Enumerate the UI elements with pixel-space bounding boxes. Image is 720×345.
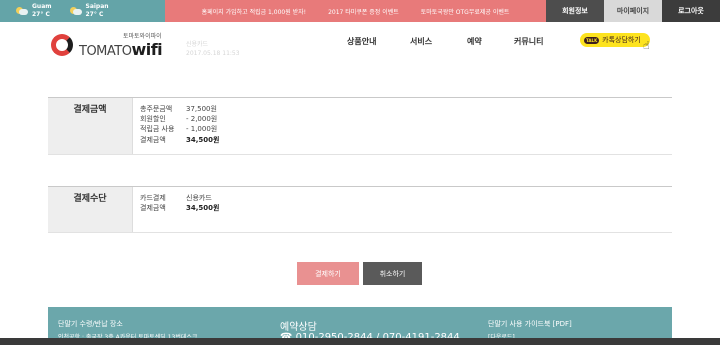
- section-body: 총주문금액 37,500원 회원할인 - 2,000원 적립금 사용 - 1,0…: [132, 98, 672, 154]
- weather-city: Guam: [32, 3, 52, 10]
- row-label: 적립금 사용: [140, 125, 175, 133]
- row-value: - 1,000원: [186, 125, 218, 133]
- section-label: 결제수단: [48, 187, 132, 232]
- payment-amount-section: 결제금액 총주문금액 37,500원 회원할인 - 2,000원 적립금 사용 …: [48, 97, 672, 155]
- kakao-chat-button[interactable]: TALK 카톡상담하기: [580, 33, 650, 47]
- logo-subtitle: 토마토와이파이: [123, 33, 162, 40]
- row-label: 회원할인: [140, 115, 166, 123]
- event-link[interactable]: 토마토국왕만 OTG무료제공 이벤트: [421, 7, 510, 16]
- kakao-talk-icon: TALK: [584, 36, 600, 44]
- kakao-chat-label: 카톡상담하기: [602, 36, 641, 44]
- row-label: 결제금액: [140, 136, 166, 144]
- site-logo[interactable]: 토마토와이파이 TOMATOwifi: [51, 31, 171, 63]
- nav-community[interactable]: 커뮤니티: [514, 36, 543, 47]
- partly-cloudy-icon: [69, 6, 82, 16]
- event-ticker: 홈페이지 가입하고 적립금 1,000원 받자! 2017 타미쿠폰 증정 이벤…: [165, 0, 546, 22]
- partly-cloudy-icon: [16, 6, 28, 16]
- nav-reservation[interactable]: 예약: [467, 36, 482, 47]
- row-value: 신용카드: [186, 194, 212, 202]
- mypage-button[interactable]: 마이페이지: [604, 0, 662, 22]
- weather-temp: 27° C: [32, 11, 50, 18]
- nav-service[interactable]: 서비스: [410, 36, 432, 47]
- row-value: - 2,000원: [186, 115, 218, 123]
- nav-products[interactable]: 상품안내: [347, 36, 376, 47]
- event-link[interactable]: 홈페이지 가입하고 적립금 1,000원 받자!: [202, 7, 307, 16]
- site-header: 토마토와이파이 TOMATOwifi 상품안내 서비스 예약 커뮤니티 TALK…: [0, 22, 720, 68]
- member-info-button[interactable]: 회원정보: [546, 0, 604, 22]
- weather-guam: Guam 27° C: [16, 3, 52, 19]
- weather-temp: 27° C: [85, 11, 104, 18]
- pay-button[interactable]: 결제하기: [297, 262, 359, 285]
- weather-widget: Guam 27° C Saipan 27° C: [0, 0, 165, 22]
- logo-mark-icon: [51, 34, 73, 56]
- section-body: 카드결제 신용카드 결제금액 34,500원: [132, 187, 672, 232]
- row-label: 결제금액: [140, 204, 166, 212]
- bottom-strip: [0, 338, 720, 345]
- ghost-text: 신용카드 2017.05.18 11:53: [186, 41, 240, 57]
- hand-pointer-icon: ☝: [643, 39, 650, 52]
- pickup-location-title: 단말기 수령/반납 장소: [58, 320, 123, 328]
- guidebook-title: 단말기 사용 가이드북 [PDF]: [488, 320, 572, 328]
- account-menu: 회원정보 마이페이지 로그아웃: [546, 0, 720, 22]
- row-value: 34,500원: [186, 136, 220, 144]
- logo-wifi: wifi: [131, 40, 163, 59]
- row-value: 34,500원: [186, 204, 220, 212]
- row-label: 카드결제: [140, 194, 166, 202]
- payment-method-section: 결제수단 카드결제 신용카드 결제금액 34,500원: [48, 186, 672, 233]
- row-label: 총주문금액: [140, 105, 173, 113]
- logo-text: TOMATOwifi: [79, 40, 163, 59]
- weather-city: Saipan: [85, 3, 109, 10]
- logout-button[interactable]: 로그아웃: [662, 0, 720, 22]
- top-bar: Guam 27° C Saipan 27° C 홈페이지 가입하고 적립금 1,…: [0, 0, 720, 22]
- event-link[interactable]: 2017 타미쿠폰 증정 이벤트: [328, 7, 399, 16]
- row-value: 37,500원: [186, 105, 217, 113]
- weather-saipan: Saipan 27° C: [69, 3, 109, 19]
- section-label: 결제금액: [48, 98, 132, 154]
- cancel-button[interactable]: 취소하기: [363, 262, 422, 285]
- reservation-title: 예약상담: [280, 322, 317, 333]
